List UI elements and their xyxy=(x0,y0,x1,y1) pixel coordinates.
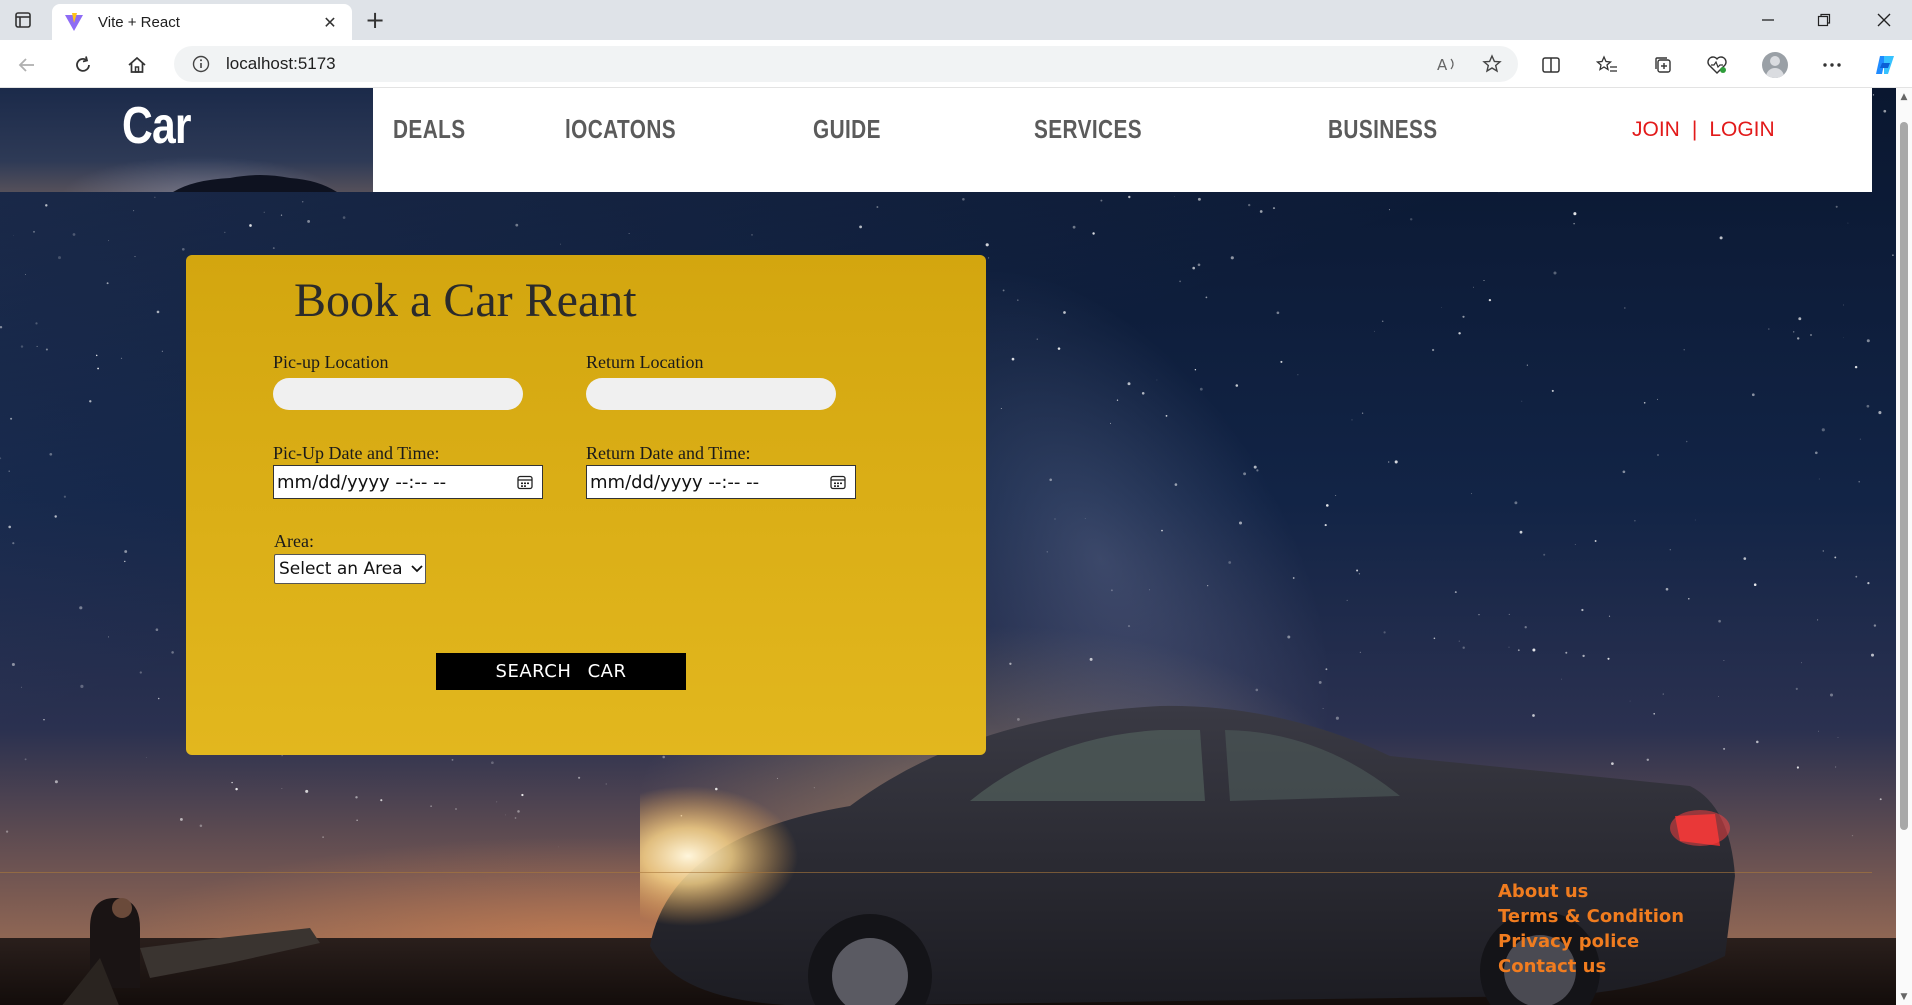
home-button[interactable] xyxy=(120,50,154,80)
close-tab-icon[interactable]: ✕ xyxy=(320,13,340,32)
pickup-location-label: Pic-up Location xyxy=(273,352,389,372)
read-aloud-button[interactable]: A xyxy=(1430,46,1466,82)
calendar-icon[interactable] xyxy=(825,469,851,495)
favorites-list-icon xyxy=(1596,55,1617,72)
pickup-datetime-input[interactable]: mm/dd/yyyy --:-- -- xyxy=(273,465,543,499)
favorites-button[interactable] xyxy=(1590,50,1624,80)
logo-car-icon xyxy=(173,175,337,192)
minimize-icon xyxy=(1762,19,1774,21)
area-label: Area: xyxy=(274,531,314,551)
logo-text[interactable]: Car xyxy=(122,96,191,156)
pickup-datetime-label: Pic-Up Date and Time: xyxy=(273,443,440,463)
split-screen-button[interactable] xyxy=(1534,50,1568,80)
tab-title: Vite + React xyxy=(98,13,180,31)
footer-divider xyxy=(0,872,1872,873)
refresh-button[interactable] xyxy=(66,50,100,80)
nav-link-locations[interactable]: lOCATONS xyxy=(565,114,676,145)
copilot-button[interactable] xyxy=(1868,50,1902,80)
scrollbar-thumb[interactable] xyxy=(1900,122,1908,830)
page-viewport: Car DEALS lOCATONS GUIDE SERVICES BUSINE… xyxy=(0,88,1896,1005)
avatar xyxy=(1762,52,1788,78)
footer-link-contact[interactable]: Contact us xyxy=(1498,954,1684,979)
footer-links: About us Terms & Condition Privacy polic… xyxy=(1498,879,1684,979)
copilot-icon xyxy=(1876,56,1894,74)
collections-icon xyxy=(1655,57,1671,73)
browser-essentials-button[interactable] xyxy=(1700,50,1734,80)
heart-pulse-icon xyxy=(1707,56,1727,74)
back-arrow-icon xyxy=(18,58,34,72)
logo-banner[interactable]: Car xyxy=(0,88,373,192)
return-datetime-label: Return Date and Time: xyxy=(586,443,751,463)
search-car-button[interactable]: SEARCH CAR xyxy=(436,653,686,690)
login-link[interactable]: LOGIN xyxy=(1709,118,1774,142)
refresh-icon xyxy=(76,56,90,72)
calendar-icon[interactable] xyxy=(512,469,538,495)
new-tab-button[interactable]: + xyxy=(360,6,390,34)
restore-button[interactable] xyxy=(1796,0,1852,40)
collections-button[interactable] xyxy=(1646,50,1680,80)
settings-more-button[interactable] xyxy=(1815,50,1849,80)
person-image xyxy=(62,898,320,1005)
split-screen-icon xyxy=(1542,57,1560,73)
back-button[interactable] xyxy=(10,50,44,80)
nav-link-guide[interactable]: GUIDE xyxy=(813,114,881,145)
chevron-down-icon[interactable] xyxy=(409,565,425,573)
nav-link-deals[interactable]: DEALS xyxy=(393,114,466,145)
minimize-button[interactable] xyxy=(1740,0,1796,40)
booking-title: Book a Car Reant xyxy=(294,274,637,327)
return-datetime-value[interactable]: mm/dd/yyyy --:-- -- xyxy=(590,472,825,493)
area-selected-value[interactable]: Select an Area xyxy=(279,559,409,579)
join-link[interactable]: JOIN xyxy=(1632,118,1680,142)
tab-actions-icon xyxy=(15,12,31,28)
site-header: Car DEALS lOCATONS GUIDE SERVICES BUSINE… xyxy=(0,88,1872,192)
profile-button[interactable] xyxy=(1758,50,1792,80)
read-aloud-icon: A xyxy=(1437,56,1454,73)
browser-tab[interactable]: Vite + React ✕ xyxy=(52,4,352,40)
vite-favicon-icon xyxy=(65,13,83,31)
tab-actions-button[interactable] xyxy=(8,6,38,34)
area-select[interactable]: Select an Area xyxy=(274,554,426,584)
booking-card: Book a Car Reant Pic-up Location Return … xyxy=(186,255,986,755)
browser-tabstrip: Vite + React ✕ + xyxy=(0,0,1912,40)
nav-link-services[interactable]: SERVICES xyxy=(1034,114,1142,145)
home-icon xyxy=(128,56,146,73)
return-location-label: Return Location xyxy=(586,352,704,372)
restore-icon xyxy=(1817,13,1831,27)
pickup-datetime-value[interactable]: mm/dd/yyyy --:-- -- xyxy=(277,472,512,493)
auth-links: JOIN | LOGIN xyxy=(1632,118,1775,142)
star-icon xyxy=(1482,54,1502,73)
return-location-input[interactable] xyxy=(586,378,836,410)
return-datetime-input[interactable]: mm/dd/yyyy --:-- -- xyxy=(586,465,856,499)
scroll-up-icon[interactable]: ▲ xyxy=(1899,92,1909,102)
close-window-button[interactable] xyxy=(1856,0,1912,40)
footer-link-about[interactable]: About us xyxy=(1498,879,1684,904)
scroll-down-icon[interactable]: ▼ xyxy=(1899,992,1909,1002)
url-text[interactable]: localhost:5173 xyxy=(226,54,336,74)
footer-link-terms[interactable]: Terms & Condition xyxy=(1498,904,1684,929)
site-info-icon[interactable] xyxy=(192,55,210,73)
nav-link-business[interactable]: BUSINESS xyxy=(1328,114,1438,145)
address-bar[interactable]: localhost:5173 A xyxy=(174,46,1518,82)
favorite-star-button[interactable] xyxy=(1474,46,1510,82)
svg-text:A: A xyxy=(1437,56,1448,73)
more-icon xyxy=(1823,63,1841,67)
footer-link-privacy[interactable]: Privacy police xyxy=(1498,929,1684,954)
auth-separator: | xyxy=(1691,118,1698,141)
pickup-location-input[interactable] xyxy=(273,378,523,410)
browser-toolbar: localhost:5173 A xyxy=(0,40,1912,88)
page-scrollbar[interactable]: ▲ ▼ xyxy=(1896,88,1912,1005)
close-window-icon xyxy=(1877,13,1891,27)
